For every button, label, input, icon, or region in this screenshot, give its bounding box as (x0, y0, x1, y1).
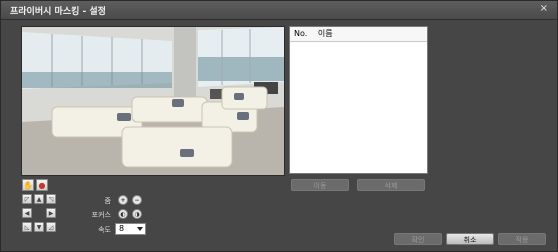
zoom-label: 줌 (104, 197, 111, 205)
close-icon[interactable]: × (540, 3, 548, 14)
privacy-mask-dialog: 프라이버시 마스킹 - 설정 × No. 이름 이동 삭제 ✋ ● ◸ ▲ ◹ … (0, 0, 558, 252)
hand-icon[interactable]: ✋ (22, 179, 34, 191)
video-preview[interactable] (21, 26, 285, 176)
dialog-title: 프라이버시 마스킹 - 설정 (10, 7, 106, 17)
tilt-down-icon[interactable]: ▼ (34, 222, 44, 232)
zoom-in-icon[interactable]: + (118, 195, 128, 205)
pan-down-left-icon[interactable]: ◺ (22, 222, 32, 232)
pan-up-left-icon[interactable]: ◸ (22, 194, 32, 204)
column-no: No. (294, 29, 308, 38)
pan-up-right-icon[interactable]: ◹ (46, 194, 56, 204)
pan-left-icon[interactable]: ◀ (22, 208, 32, 218)
delete-mask-button[interactable]: 삭제 (357, 179, 425, 191)
column-name: 이름 (317, 29, 333, 38)
title-bar: 프라이버시 마스킹 - 설정 × (1, 1, 557, 20)
add-mask-button[interactable]: 이동 (291, 179, 349, 191)
chevron-down-icon (137, 227, 143, 231)
zoom-out-icon[interactable]: − (132, 195, 142, 205)
focus-label: 포커스 (91, 211, 111, 219)
mask-list[interactable]: No. 이름 (289, 26, 428, 174)
focus-near-icon[interactable]: ◐ (118, 209, 128, 219)
cancel-button[interactable]: 취소 (446, 233, 494, 245)
ok-button[interactable]: 확인 (394, 233, 442, 245)
pan-down-right-icon[interactable]: ◿ (46, 222, 56, 232)
tilt-up-icon[interactable]: ▲ (34, 194, 44, 204)
stop-icon[interactable]: ● (36, 179, 48, 191)
speed-select[interactable]: 8 (115, 223, 146, 235)
pan-right-icon[interactable]: ▶ (46, 208, 56, 218)
speed-label: 속도 (98, 226, 111, 234)
focus-far-icon[interactable]: ◑ (132, 209, 142, 219)
speed-value: 8 (119, 224, 125, 233)
list-header: No. 이름 (290, 27, 427, 42)
apply-button[interactable]: 적용 (498, 233, 546, 245)
camera-image (22, 27, 284, 175)
